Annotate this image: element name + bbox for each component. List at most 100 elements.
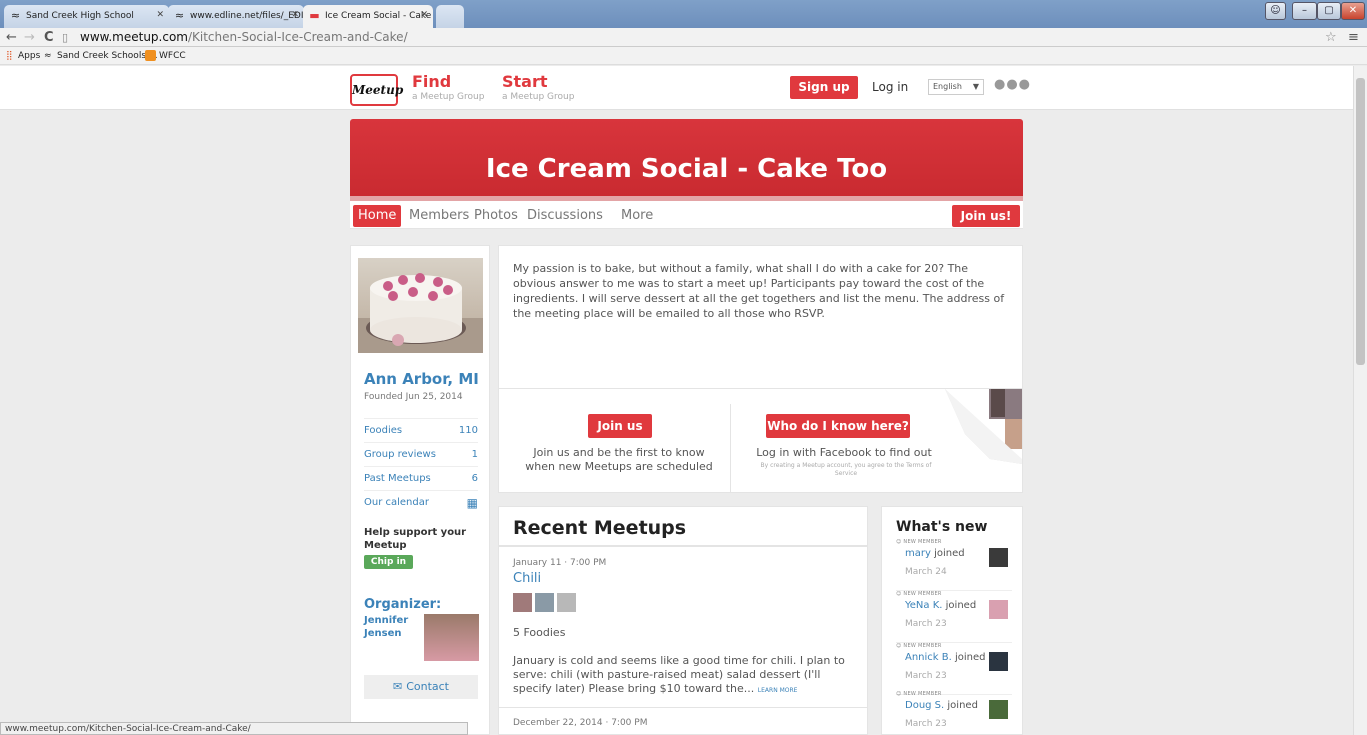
close-tab-icon[interactable]: ✕ (156, 10, 164, 20)
member-avatar[interactable] (989, 700, 1008, 719)
sign-up-button[interactable]: Sign up (790, 76, 858, 99)
stat-label: Group reviews (364, 449, 436, 460)
member-action: joined (955, 652, 986, 663)
tab-photos[interactable]: Photos (469, 205, 523, 227)
tab-more[interactable]: More (616, 205, 658, 227)
list-item: ☺ NEW MEMBER YeNa K. joined March 23 (896, 591, 1012, 643)
organizer-avatar[interactable] (424, 614, 479, 661)
tab-discussions[interactable]: Discussions (522, 205, 608, 227)
member-avatar[interactable] (989, 652, 1008, 671)
stat-value: 110 (458, 425, 478, 436)
stat-our-calendar[interactable]: Our calendar ▦ (364, 490, 478, 514)
url-host: www.meetup.com (80, 30, 188, 44)
browser-tab-edline[interactable]: ≈ www.edline.net/files/_EDI ✕ (168, 5, 304, 28)
member-name-link[interactable]: Doug S. (905, 700, 944, 711)
divider (499, 545, 867, 547)
member-join-date: March 23 (905, 671, 947, 681)
member-avatar[interactable] (989, 600, 1008, 619)
member-avatar[interactable] (989, 548, 1008, 567)
stat-past-meetups[interactable]: Past Meetups 6 (364, 466, 478, 490)
bookmark-wfcc[interactable]: WFCC (159, 49, 186, 63)
contact-label: Contact (406, 680, 449, 693)
group-sidebar: Ann Arbor, MI Founded Jun 25, 2014 Foodi… (350, 245, 490, 735)
chevron-down-icon: ▼ (972, 82, 979, 91)
tab-members[interactable]: Members (404, 205, 474, 227)
new-tab-button[interactable] (436, 5, 464, 28)
log-in-link[interactable]: Log in (872, 80, 908, 94)
member-photos-peel[interactable] (945, 389, 1022, 464)
more-options-icon[interactable]: ●●● (994, 77, 1031, 92)
who-do-i-know-button[interactable]: Who do I know here? (766, 414, 910, 438)
list-item: ☺ NEW MEMBER mary joined March 24 (896, 539, 1012, 591)
new-member-tag: ☺ NEW MEMBER (896, 691, 942, 697)
bookmark-sand-creek[interactable]: Sand Creek Schools:... (57, 49, 158, 63)
url-input[interactable]: www.meetup.com/Kitchen-Social-Ice-Cream-… (80, 29, 408, 46)
member-name-link[interactable]: Annick B. (905, 652, 952, 663)
forward-icon[interactable]: → (24, 29, 35, 46)
meetup-favicon-icon: ▬ (309, 9, 320, 22)
event-date: January 11 · 7:00 PM (513, 558, 607, 568)
close-window-icon[interactable]: ✕ (1341, 2, 1365, 20)
address-bar: ← → C ▯ www.meetup.com/Kitchen-Social-Ic… (0, 28, 1367, 47)
bookmark-apps[interactable]: Apps (18, 49, 40, 63)
attendee-avatar[interactable] (513, 593, 532, 612)
attendee-avatar[interactable] (535, 593, 554, 612)
member-name-link[interactable]: YeNa K. (905, 600, 942, 611)
close-tab-icon[interactable]: ✕ (420, 10, 428, 20)
event-title[interactable]: Chili (513, 571, 541, 586)
language-select[interactable]: English ▼ (928, 79, 984, 95)
attendee-avatar-placeholder[interactable] (557, 593, 576, 612)
browser-tab-meetup[interactable]: ▬ Ice Cream Social - Cake T ✕ (303, 5, 433, 28)
bookmark-star-icon[interactable]: ☆ (1325, 29, 1337, 46)
bookmarks-bar: ⣿ Apps ≈ Sand Creek Schools:... WFCC (0, 47, 1367, 65)
start-link[interactable]: Start (502, 73, 548, 91)
scrollbar-thumb[interactable] (1356, 78, 1365, 365)
tab-home[interactable]: Home (353, 205, 402, 227)
group-description: My passion is to bake, but without a fam… (513, 262, 1005, 320)
contact-button[interactable]: ✉ Contact (364, 675, 478, 699)
apps-grid-icon: ⣿ (6, 51, 13, 61)
language-value: English (933, 82, 962, 91)
stat-label: Foodies (364, 425, 403, 436)
find-link[interactable]: Find (412, 73, 451, 91)
stat-value: 6 (471, 473, 478, 484)
tag-label: NEW MEMBER (903, 643, 942, 649)
edline-favicon-icon: ≈ (174, 9, 185, 22)
stat-label: Our calendar (364, 497, 429, 508)
close-tab-icon[interactable]: ✕ (291, 10, 299, 20)
group-photo[interactable] (358, 258, 483, 353)
maximize-icon[interactable]: ▢ (1317, 2, 1341, 20)
terms-text[interactable]: By creating a Meetup account, you agree … (751, 462, 941, 478)
whats-new-card: What's new ☺ NEW MEMBER mary joined Marc… (881, 506, 1023, 735)
group-description-card: My passion is to bake, but without a fam… (498, 245, 1023, 493)
stat-foodies[interactable]: Foodies 110 (364, 418, 478, 442)
stat-group-reviews[interactable]: Group reviews 1 (364, 442, 478, 466)
learn-more-link[interactable]: LEARN MORE (758, 687, 798, 694)
founded-date: Founded Jun 25, 2014 (364, 392, 463, 402)
page-icon: ▯ (62, 31, 69, 44)
facebook-login-text: Log in with Facebook to find out (756, 446, 932, 459)
reload-icon[interactable]: C (44, 29, 54, 46)
new-member-tag: ☺ NEW MEMBER (896, 539, 942, 545)
join-us-button[interactable]: Join us! (952, 205, 1020, 227)
blogger-icon (145, 50, 156, 61)
member-name-link[interactable]: mary (905, 548, 931, 559)
join-us-cta-button[interactable]: Join us (588, 414, 652, 438)
member-join-date: March 23 (905, 619, 947, 629)
meetup-logo[interactable]: Meetup (350, 74, 403, 106)
group-location[interactable]: Ann Arbor, MI (364, 370, 479, 388)
calendar-icon: ▦ (466, 496, 478, 510)
sand-creek-favicon-icon: ≈ (44, 51, 52, 61)
back-icon[interactable]: ← (6, 29, 17, 46)
group-title: Ice Cream Social - Cake Too (485, 154, 888, 184)
divider (499, 388, 1022, 389)
list-item: ☺ NEW MEMBER Annick B. joined March 23 (896, 643, 1012, 695)
tab-title: Ice Cream Social - Cake T (325, 11, 433, 21)
menu-icon[interactable]: ≡ (1348, 29, 1359, 46)
chip-in-button[interactable]: Chip in (364, 555, 413, 569)
browser-tab-sand-creek[interactable]: ≈ Sand Creek High School ✕ (4, 5, 169, 28)
stat-label: Past Meetups (364, 473, 431, 484)
profile-icon[interactable]: ☺ (1265, 2, 1286, 20)
organizer-name[interactable]: Jennifer Jensen (364, 614, 424, 640)
minimize-icon[interactable]: – (1292, 2, 1317, 20)
